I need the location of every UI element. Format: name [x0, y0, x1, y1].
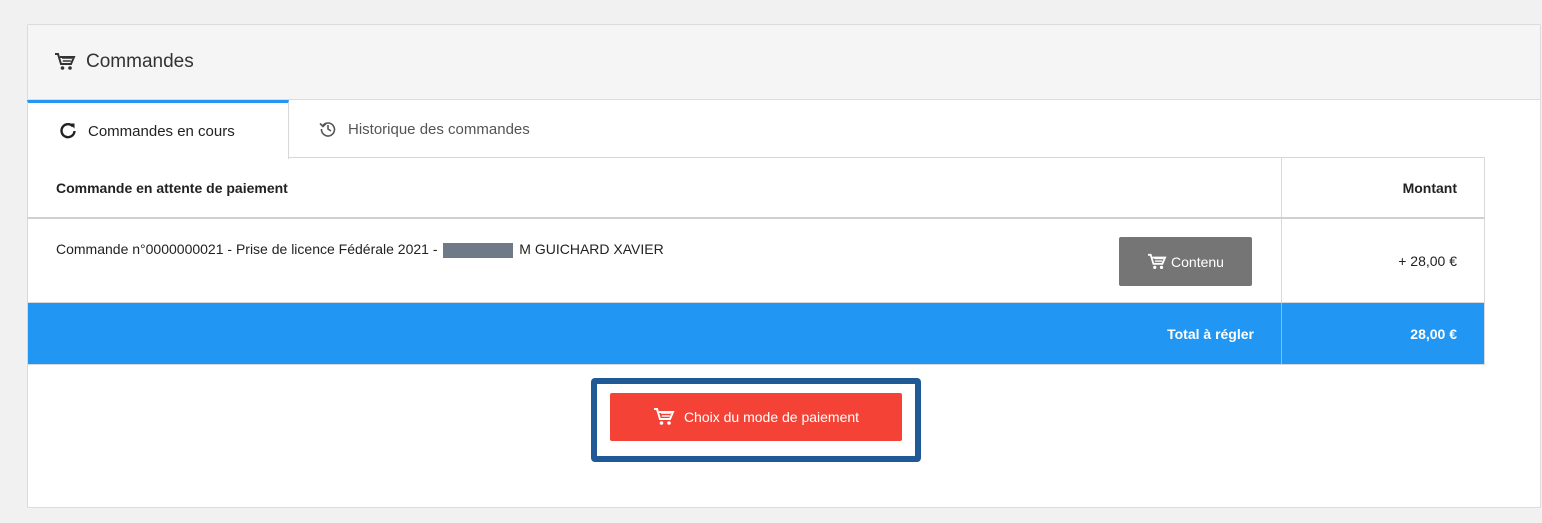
order-amount: + 28,00 € [1398, 252, 1457, 269]
contents-button-label: Contenu [1171, 253, 1224, 270]
total-row: Total à régler 28,00 € [28, 303, 1484, 364]
header-amount: Montant [1402, 179, 1457, 196]
panel-header: Commandes [28, 25, 1540, 100]
tab-current-orders[interactable]: Commandes en cours [27, 100, 289, 159]
order-description: Commande n°0000000021 - Prise de licence… [28, 219, 1282, 302]
tab-label: Historique des commandes [348, 120, 530, 138]
history-icon [319, 120, 337, 138]
order-holder: M GUICHARD XAVIER [519, 241, 664, 257]
payment-method-button[interactable]: Choix du mode de paiement [610, 393, 902, 441]
refresh-icon [59, 122, 77, 140]
cart-icon [653, 407, 675, 427]
order-text: Commande n°0000000021 - Prise de licence… [56, 241, 438, 257]
total-label: Total à régler [28, 303, 1282, 364]
orders-tabs: Commandes en cours Historique des comman… [27, 100, 530, 159]
total-amount: 28,00 € [1410, 325, 1457, 342]
tab-order-history[interactable]: Historique des commandes [289, 100, 530, 158]
table-header: Commande en attente de paiement Montant [28, 158, 1484, 219]
redacted-block [443, 242, 514, 258]
orders-table: Commande en attente de paiement Montant … [27, 157, 1485, 365]
cart-icon [54, 52, 76, 72]
header-pending-order: Commande en attente de paiement [28, 158, 1282, 217]
payment-button-label: Choix du mode de paiement [683, 409, 860, 425]
tab-label: Commandes en cours [88, 122, 235, 140]
panel-title: Commandes [86, 51, 194, 72]
table-row: Commande n°0000000021 - Prise de licence… [28, 219, 1484, 303]
contents-button[interactable]: Contenu [1119, 237, 1252, 286]
cart-icon [1147, 253, 1167, 271]
